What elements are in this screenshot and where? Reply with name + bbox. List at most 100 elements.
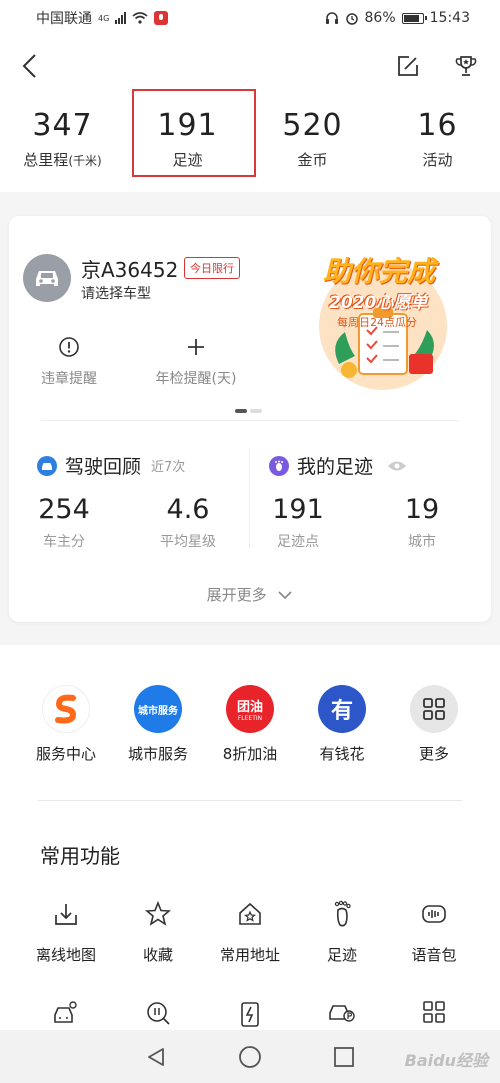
- stat-total-mileage[interactable]: 347 总里程(千米): [0, 96, 125, 192]
- stat-value: 347: [32, 108, 93, 143]
- cities-count[interactable]: 19 城市: [367, 494, 477, 551]
- stat-activities[interactable]: 16 活动: [375, 96, 500, 192]
- youqianhua[interactable]: 有 有钱花: [294, 685, 390, 764]
- battery-icon: [401, 12, 427, 24]
- footprint-icon: [334, 900, 351, 927]
- card-divider: [41, 420, 459, 421]
- metric-value: 19: [404, 494, 440, 525]
- car-avatar[interactable]: [23, 254, 71, 302]
- function-label: 收藏: [142, 946, 173, 964]
- charging-function-item[interactable]: [200, 1000, 300, 1028]
- my-footprint-title: 我的足迹: [297, 456, 374, 478]
- star-icon: [145, 901, 171, 926]
- metric-value: 254: [38, 494, 90, 525]
- quick-label: 年检提醒(天): [155, 371, 237, 387]
- service-label: 有钱花: [319, 745, 365, 763]
- youqianhua-icon: 有: [318, 685, 366, 733]
- edit-button[interactable]: [390, 48, 426, 84]
- quick-label: 违章提醒: [41, 371, 97, 387]
- car-function-item[interactable]: [16, 1000, 116, 1026]
- voice-pack[interactable]: 语音包: [384, 900, 484, 965]
- service-center[interactable]: 服务中心: [18, 685, 114, 764]
- choose-car-model[interactable]: 请选择车型: [81, 283, 151, 303]
- nav-recents-icon[interactable]: [333, 1046, 355, 1068]
- alert-circle-icon: [59, 337, 79, 357]
- stat-label: 活动: [422, 151, 453, 169]
- clock-time: 15:43: [429, 10, 470, 26]
- violation-reminder[interactable]: 违章提醒: [9, 334, 129, 388]
- headset-icon: [325, 12, 338, 24]
- service-label: 更多: [418, 745, 449, 763]
- metric-label: 城市: [408, 534, 436, 550]
- promo-title: 助你完成: [323, 255, 436, 288]
- city-services-icon: 城市服务: [134, 685, 182, 733]
- carousel-indicator: [235, 409, 262, 413]
- services-panel: 服务中心 城市服务 城市服务 团油 FLEETIN 8折加油 有 有钱花 更多 常…: [0, 645, 500, 1083]
- edit-icon: [398, 56, 418, 76]
- expand-more-label: 展开更多: [206, 586, 267, 604]
- trophy-button[interactable]: [448, 48, 484, 84]
- common-addresses[interactable]: 常用地址: [200, 900, 300, 965]
- inspection-reminder[interactable]: 年检提醒(天): [136, 334, 256, 388]
- driving-review-subtitle: 近7次: [151, 460, 186, 475]
- stat-value: 16: [417, 108, 458, 143]
- service-label: 8折加油: [222, 745, 278, 763]
- stat-coins[interactable]: 520 金币: [250, 96, 375, 192]
- home-star-icon: [239, 902, 261, 925]
- function-label: 常用地址: [219, 946, 280, 964]
- function-label: 离线地图: [35, 946, 96, 964]
- owner-score[interactable]: 254 车主分: [9, 494, 119, 551]
- highlight-box: [132, 89, 256, 177]
- average-stars[interactable]: 4.6 平均星级: [133, 494, 243, 551]
- service-label: 城市服务: [127, 745, 188, 763]
- back-button[interactable]: [12, 48, 48, 84]
- common-functions-title: 常用功能: [40, 844, 120, 868]
- voice-pack-icon: [422, 905, 446, 923]
- more-services[interactable]: 更多: [386, 685, 482, 764]
- eye-icon[interactable]: [387, 460, 407, 472]
- city-services[interactable]: 城市服务 城市服务: [110, 685, 206, 764]
- metric-value: 191: [272, 494, 324, 525]
- promo-banner[interactable]: 助你完成 2020心愿单 每周日24点瓜分: [309, 244, 457, 394]
- stat-value: 520: [282, 108, 343, 143]
- top-bar: [0, 36, 500, 96]
- status-bar: 中国联通 4G 86% 15:43: [0, 0, 500, 36]
- more-functions-item[interactable]: [384, 1000, 484, 1024]
- promo-note: 每周日24点瓜分: [337, 316, 417, 329]
- car-person-icon: [54, 1001, 77, 1023]
- function-label: 足迹: [326, 946, 357, 964]
- favorites[interactable]: 收藏: [108, 900, 208, 965]
- service-label: 服务中心: [35, 745, 96, 763]
- nav-home-icon[interactable]: [238, 1045, 262, 1069]
- mic-recording-icon: [154, 11, 169, 25]
- expand-more-button[interactable]: 展开更多: [9, 584, 491, 605]
- section-divider: [38, 800, 462, 801]
- car-icon: [36, 271, 58, 286]
- offline-map[interactable]: 离线地图: [16, 900, 116, 965]
- metric-label: 车主分: [43, 534, 85, 550]
- battery-percent: 86%: [364, 10, 396, 26]
- trophy-icon: [455, 56, 477, 76]
- driving-review-header[interactable]: 驾驶回顾 近7次: [37, 452, 185, 479]
- search-place-icon: [147, 1002, 170, 1025]
- discount-fuel[interactable]: 团油 FLEETIN 8折加油: [202, 685, 298, 764]
- stat-label: 金币: [297, 151, 328, 169]
- signal-icon: [115, 12, 127, 24]
- network-type: 4G: [98, 13, 110, 23]
- alarm-icon: [345, 13, 358, 25]
- watermark-text: Baidu经验: [404, 1051, 488, 1070]
- stat-label: 总里程(千米): [23, 151, 102, 169]
- wifi-icon: [132, 12, 148, 24]
- nav-back-icon[interactable]: [145, 1046, 167, 1068]
- car-parking-icon: [329, 1005, 355, 1022]
- search-function-item[interactable]: [108, 1000, 208, 1026]
- plate-number[interactable]: 京A36452: [81, 254, 178, 283]
- footprint-points[interactable]: 191 足迹点: [243, 494, 353, 551]
- vehicle-card: 京A36452 今日限行 请选择车型 助你完成 2020心愿单 每周日24点瓜分…: [9, 216, 491, 622]
- plus-icon: [188, 339, 204, 355]
- my-footprint-header[interactable]: 我的足迹: [269, 452, 407, 479]
- promo-subtitle: 2020心愿单: [329, 293, 428, 313]
- parking-function-item[interactable]: [292, 1000, 392, 1024]
- footprint[interactable]: 足迹: [292, 900, 392, 965]
- grid-icon: [410, 685, 458, 733]
